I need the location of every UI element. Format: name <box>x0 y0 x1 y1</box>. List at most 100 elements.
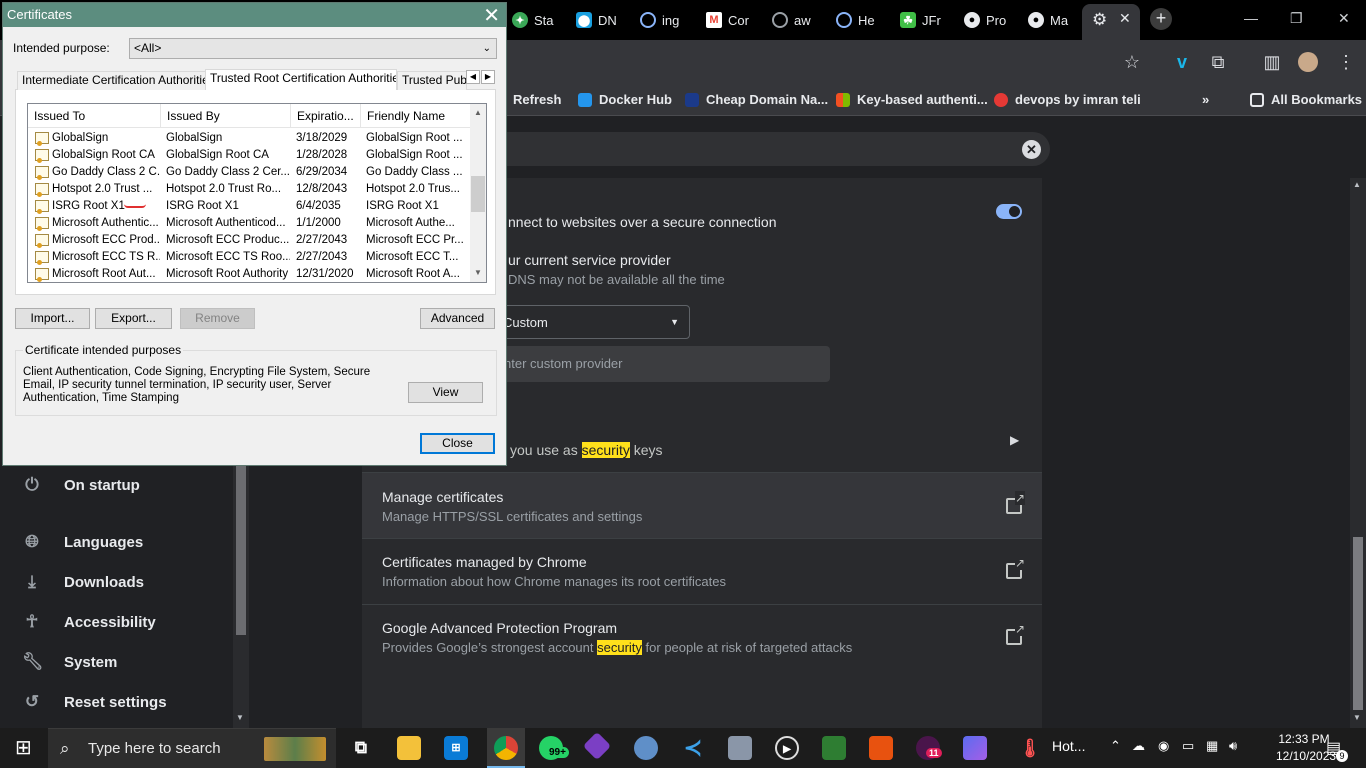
export-button[interactable]: Export... <box>95 308 172 329</box>
table-row[interactable]: Hotspot 2.0 Trust ... Hotspot 2.0 Trust R… <box>28 181 470 198</box>
sidebar-item-reset-settings[interactable]: ↺ Reset settings <box>22 687 167 717</box>
sidebar-item-downloads[interactable]: ⤓ Downloads <box>22 567 144 597</box>
sidebar-scrollbar-thumb[interactable] <box>236 465 246 635</box>
windows-start-icon[interactable]: ⊞ <box>15 738 32 758</box>
table-row[interactable]: GlobalSign Root CA GlobalSign Root CA 1/28… <box>28 147 470 164</box>
dns-provider-select[interactable]: Custom ▼ <box>480 305 690 339</box>
office-icon[interactable] <box>869 736 893 760</box>
taskbar-search-input[interactable]: ⌕ Type here to search <box>48 728 336 768</box>
clear-search-icon[interactable]: ✕ <box>1022 140 1041 159</box>
browser-tab[interactable]: He <box>836 7 892 33</box>
table-row[interactable]: Microsoft Authentic... Microsoft Authenti… <box>28 215 470 232</box>
tab-trusted-publishers[interactable]: Trusted Publ <box>397 71 467 90</box>
import-button[interactable]: Import... <box>15 308 90 329</box>
avatar[interactable] <box>1298 52 1318 72</box>
scroll-down-arrow-icon[interactable]: ▼ <box>1353 713 1361 722</box>
bookmark-key-based-auth[interactable]: Key-based authenti... <box>836 92 988 107</box>
scroll-up-arrow-icon[interactable]: ▲ <box>1353 180 1361 189</box>
dialog-title-bar[interactable]: Certificates ✕ <box>3 3 506 27</box>
browser-tab[interactable]: ing <box>640 7 696 33</box>
chevron-right-icon[interactable]: ▶ <box>1010 433 1019 447</box>
thermometer-icon[interactable]: 🌡︎ <box>1018 736 1042 760</box>
minimize-icon[interactable]: — <box>1244 10 1258 26</box>
browser-tab[interactable]: M Cor <box>706 7 762 33</box>
active-tab-settings[interactable]: ⚙ ✕ <box>1082 4 1140 40</box>
tab-scroll-right-icon[interactable]: ▶ <box>481 70 495 84</box>
camera-icon[interactable]: ◉ <box>1158 738 1169 754</box>
close-button[interactable]: Close <box>420 433 495 454</box>
browser-tab[interactable]: ● Pro <box>964 7 1020 33</box>
advanced-protection-row[interactable]: Google Advanced Protection Program Provi… <box>362 604 1042 670</box>
sidebar-item-on-startup[interactable]: ⏻ On startup <box>22 470 140 500</box>
close-window-icon[interactable]: ✕ <box>1338 10 1350 27</box>
bookmarks-overflow-button[interactable]: » <box>1202 92 1209 107</box>
photos-icon[interactable] <box>822 736 846 760</box>
scroll-down-arrow-icon[interactable]: ▼ <box>236 713 244 722</box>
all-bookmarks-button[interactable]: All Bookmarks <box>1250 92 1362 107</box>
menu-icon[interactable]: ⋮ <box>1336 52 1356 72</box>
remote-desktop-icon[interactable] <box>728 736 752 760</box>
close-tab-icon[interactable]: ✕ <box>1119 10 1131 27</box>
microsoft-store-icon[interactable]: ⊞ <box>444 736 468 760</box>
vscode-icon[interactable]: ≺ <box>681 736 705 760</box>
advanced-button[interactable]: Advanced <box>420 308 495 329</box>
security-keys-row[interactable]: you use as security keys <box>510 442 663 458</box>
bookmark-devops[interactable]: devops by imran teli <box>994 92 1141 107</box>
file-explorer-icon[interactable] <box>397 736 421 760</box>
table-row[interactable]: GlobalSign GlobalSign 3/18/2029 GlobalSign … <box>28 130 470 147</box>
browser-tab[interactable]: ⬤ DN <box>576 7 632 33</box>
browser-tab[interactable]: aw <box>772 7 828 33</box>
custom-provider-input[interactable]: nter custom provider <box>480 346 830 382</box>
settings-search-input[interactable] <box>470 132 1050 166</box>
scroll-up-arrow-icon[interactable]: ▲ <box>471 106 485 120</box>
network-icon[interactable]: ▦ <box>1206 738 1218 754</box>
dialog-close-icon[interactable]: ✕ <box>483 3 500 28</box>
table-row[interactable]: Microsoft ECC TS R... Microsoft ECC TS Ro… <box>28 249 470 266</box>
view-button[interactable]: View <box>408 382 483 403</box>
side-panel-icon[interactable]: ▥ <box>1262 52 1282 72</box>
manage-certificates-row[interactable]: Manage certificates Manage HTTPS/SSL cer… <box>362 472 1042 538</box>
tab-scroll-left-icon[interactable]: ◀ <box>466 70 480 84</box>
media-player-icon[interactable]: ▶ <box>775 736 799 760</box>
table-row[interactable]: Microsoft ECC Prod... Microsoft ECC Produ… <box>28 232 470 249</box>
sidebar-item-system[interactable]: 🔧︎ System <box>22 647 117 677</box>
taskbar-clock[interactable]: 12:33 PM 12/10/2023 <box>1276 731 1336 765</box>
chevron-up-icon[interactable]: ⌃ <box>1110 738 1121 754</box>
copilot-icon[interactable] <box>963 736 987 760</box>
main-scrollbar-thumb[interactable] <box>1353 537 1363 710</box>
bookmark-star-icon[interactable]: ☆ <box>1122 52 1142 72</box>
table-row[interactable]: ISRG Root X1 ISRG Root X1 6/4/2035 ISRG Roo… <box>28 198 470 215</box>
table-row[interactable]: Microsoft Root Aut... Microsoft Root Auth… <box>28 266 470 282</box>
chrome-icon[interactable] <box>494 736 518 760</box>
scroll-down-arrow-icon[interactable]: ▼ <box>471 266 485 280</box>
browser-tab[interactable]: ☘ JFr <box>900 7 956 33</box>
sidebar-item-languages[interactable]: 🌐︎ Languages <box>22 527 143 557</box>
vimeo-extension-icon[interactable]: v <box>1172 52 1192 72</box>
column-expiration[interactable]: Expiratio... <box>291 104 361 128</box>
column-issued-to[interactable]: Issued To <box>28 104 161 128</box>
browser-tab[interactable]: ✦ Sta <box>512 7 568 33</box>
chrome-certificates-row[interactable]: Certificates managed by Chrome Informati… <box>362 538 1042 604</box>
extensions-icon[interactable]: ⧉ <box>1208 52 1228 72</box>
column-issued-by[interactable]: Issued By <box>161 104 291 128</box>
tab-intermediate-ca[interactable]: Intermediate Certification Authorities <box>17 71 207 90</box>
sidebar-item-accessibility[interactable]: ☥ Accessibility <box>22 607 156 637</box>
task-view-icon[interactable]: ⧉ <box>349 736 373 760</box>
list-scrollbar-thumb[interactable] <box>471 176 485 212</box>
battery-icon[interactable]: ▭ <box>1182 738 1194 754</box>
bookmark-docker-hub[interactable]: Docker Hub <box>578 92 672 107</box>
remove-button[interactable]: Remove <box>180 308 255 329</box>
bookmark-refresh[interactable]: Refresh <box>513 92 561 107</box>
volume-icon[interactable]: 🔊︎ <box>1229 738 1237 754</box>
intended-purpose-select[interactable]: <All> ⌄ <box>129 38 497 59</box>
weather-label[interactable]: Hot... <box>1052 738 1085 754</box>
app-icon[interactable] <box>634 736 658 760</box>
tab-trusted-root-ca[interactable]: Trusted Root Certification Authorities <box>205 69 397 90</box>
bookmark-cheap-domain[interactable]: Cheap Domain Na... <box>685 92 828 107</box>
column-friendly-name[interactable]: Friendly Name <box>361 104 470 128</box>
table-row[interactable]: Go Daddy Class 2 C... Go Daddy Class 2 Ce… <box>28 164 470 181</box>
secure-dns-toggle[interactable] <box>996 204 1022 219</box>
new-tab-button[interactable]: + <box>1150 8 1172 30</box>
browser-tab[interactable]: ● Ma <box>1028 7 1078 33</box>
restore-icon[interactable]: ❐ <box>1290 10 1303 27</box>
